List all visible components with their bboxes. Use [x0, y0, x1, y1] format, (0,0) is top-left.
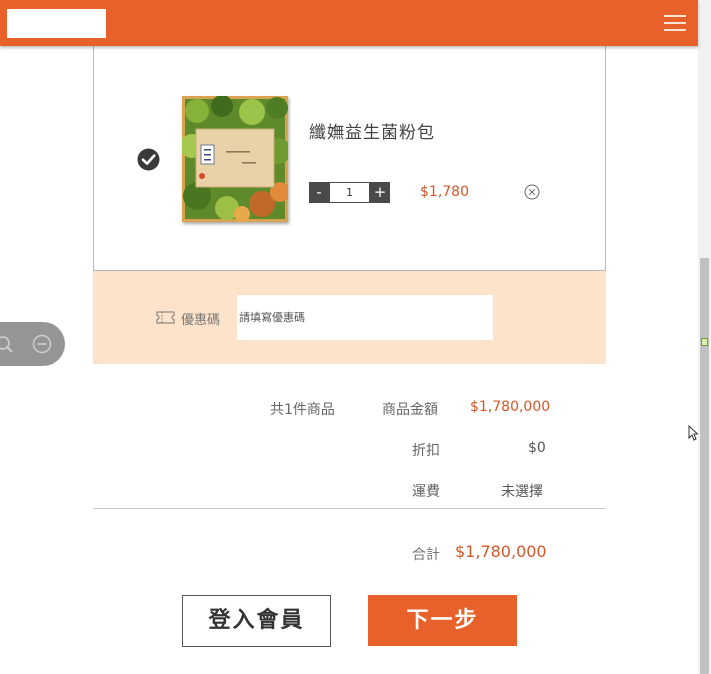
- ticket-icon: [156, 311, 175, 324]
- item-price: $1,780: [420, 184, 469, 200]
- quantity-stepper: - 1 +: [309, 182, 390, 203]
- next-step-button[interactable]: 下一步: [368, 595, 517, 646]
- shipping-value: 未選擇: [501, 484, 543, 500]
- quantity-input[interactable]: 1: [329, 182, 370, 203]
- coupon-label: 優惠碼: [181, 313, 221, 328]
- discount-value: $0: [528, 440, 546, 456]
- hamburger-menu-icon[interactable]: [662, 13, 688, 33]
- product-image[interactable]: [182, 96, 288, 222]
- zoom-in-icon[interactable]: [0, 334, 14, 354]
- item-count: 共1件商品: [270, 402, 335, 418]
- checkmark-icon[interactable]: [137, 148, 160, 171]
- summary-divider: [93, 508, 606, 509]
- total-value: $1,780,000: [455, 542, 547, 561]
- decrease-quantity-button[interactable]: -: [309, 182, 329, 203]
- discount-label: 折扣: [412, 443, 440, 459]
- mouse-cursor-icon: [688, 425, 698, 441]
- top-navbar: [0, 0, 698, 46]
- subtotal-value: $1,780,000: [470, 399, 551, 415]
- zoom-out-icon[interactable]: [32, 334, 52, 354]
- total-label: 合計: [412, 547, 440, 563]
- scrollbar-thumb[interactable]: [700, 258, 709, 674]
- product-name[interactable]: 纖嫵益生菌粉包: [309, 118, 435, 143]
- coupon-input[interactable]: 請填寫優惠碼: [237, 295, 493, 340]
- remove-item-icon[interactable]: [524, 184, 540, 200]
- increase-quantity-button[interactable]: +: [370, 182, 390, 203]
- logo[interactable]: [7, 9, 106, 38]
- cart-item-card: [93, 40, 606, 271]
- scroll-marker: [701, 338, 708, 346]
- subtotal-label: 商品金額: [382, 402, 438, 418]
- shipping-label: 運費: [412, 484, 440, 500]
- login-button[interactable]: 登入會員: [182, 595, 331, 647]
